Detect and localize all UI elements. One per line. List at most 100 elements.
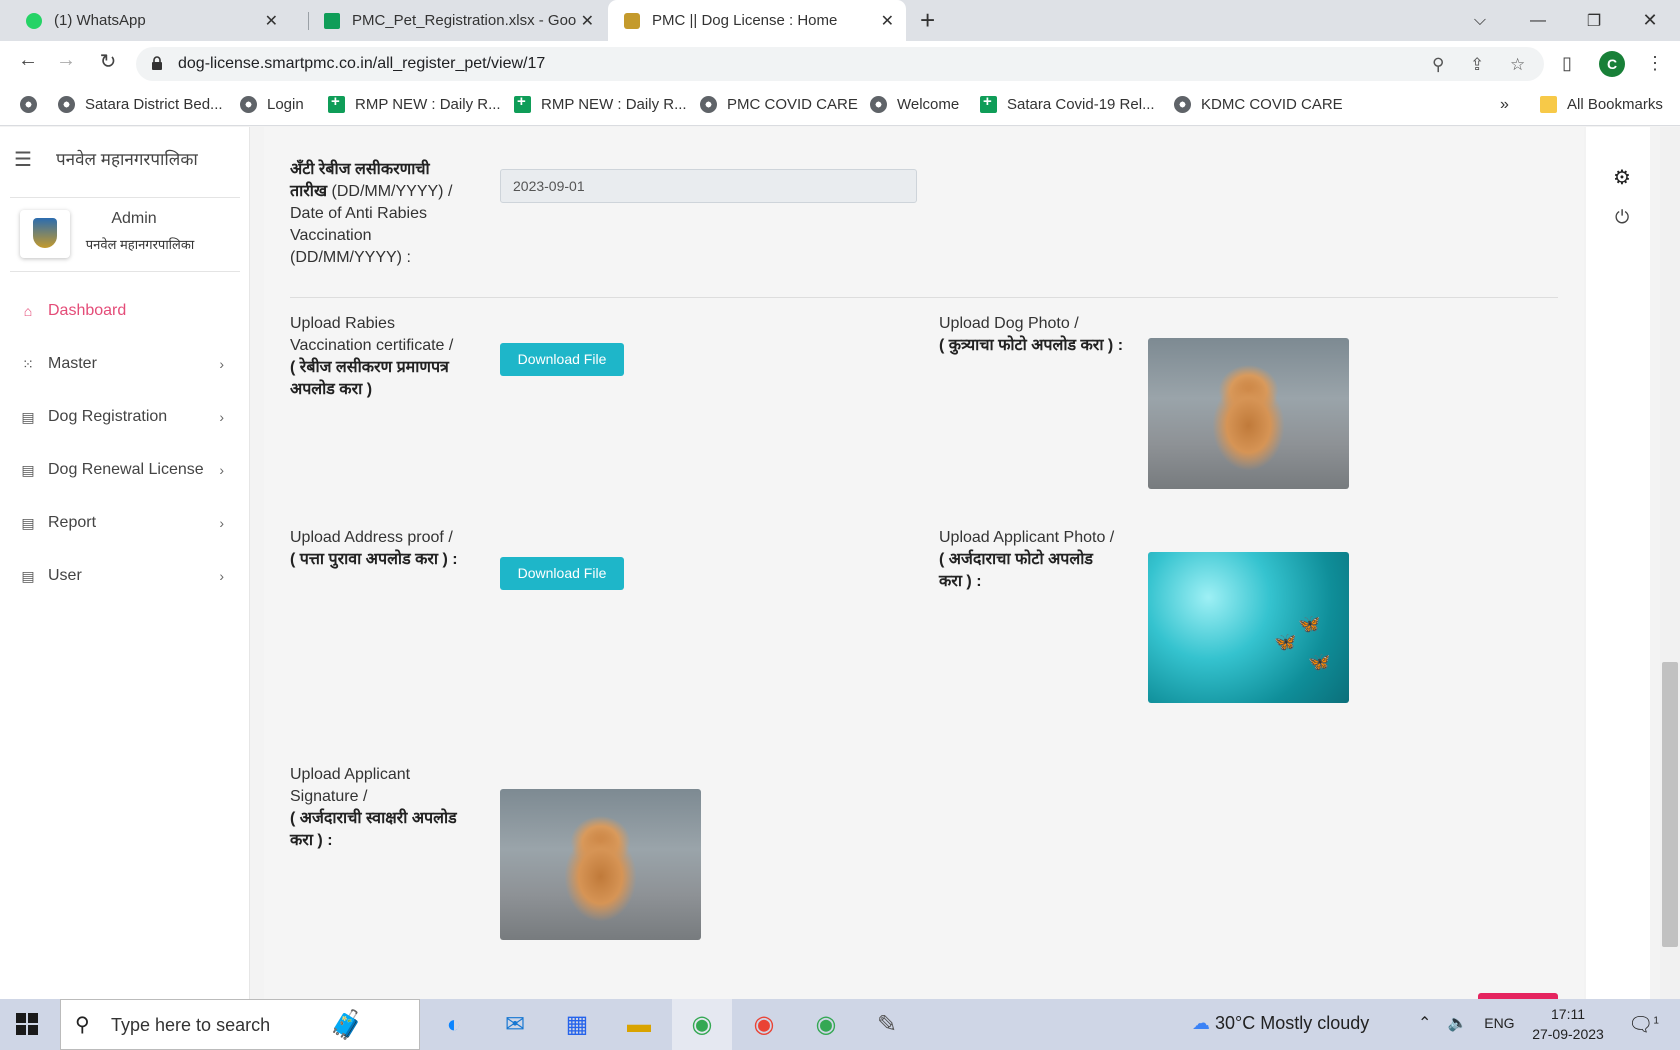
- new-tab-button[interactable]: +: [920, 0, 950, 41]
- gear-icon[interactable]: ⚙: [1613, 165, 1631, 190]
- power-icon[interactable]: ⏻: [1615, 207, 1629, 228]
- taskbar-search[interactable]: ⚲ Type here to search 🧳: [60, 999, 420, 1050]
- reload-icon[interactable]: ↻: [94, 49, 122, 74]
- sidebar-item-label: Master: [48, 355, 97, 372]
- tab-title: (1) WhatsApp: [54, 12, 146, 29]
- scrollbar-thumb[interactable]: [1662, 662, 1678, 947]
- dog-photo-label: Upload Dog Photo / ( कुत्र्याचा फोटो अपल…: [939, 313, 1129, 357]
- volume-icon: 🔈: [1447, 1015, 1468, 1032]
- bookmark-item[interactable]: KDMC COVID CARE: [1174, 96, 1343, 113]
- notification-icon[interactable]: 🗨1: [1628, 1012, 1659, 1037]
- bookmark-label: RMP NEW : Daily R...: [541, 96, 687, 113]
- system-tray[interactable]: ⌃ 🔈 ENG: [1418, 1013, 1515, 1033]
- url-text[interactable]: dog-license.smartpmc.co.in/all_register_…: [178, 55, 545, 73]
- bookmark-item[interactable]: [20, 96, 47, 113]
- minimize-icon[interactable]: —: [1510, 0, 1566, 41]
- globe-icon: [700, 96, 717, 113]
- book-icon: ▤: [21, 514, 35, 531]
- close-tab-icon[interactable]: ✕: [265, 11, 278, 31]
- globe-icon: [1174, 96, 1191, 113]
- edge-icon[interactable]: ◐: [437, 1008, 471, 1042]
- all-bookmarks-button[interactable]: All Bookmarks: [1540, 96, 1663, 113]
- sidebar: ☰ पनवेल महानगरपालिका Admin पनवेल महानगरप…: [0, 127, 250, 999]
- pmc-logo-icon: [624, 12, 640, 29]
- bookmark-item[interactable]: RMP NEW : Daily R...: [514, 93, 687, 113]
- notification-count: 1: [1653, 1015, 1659, 1027]
- sidebar-item-dashboard[interactable]: ⌂ Dashboard: [20, 302, 230, 320]
- forward-icon[interactable]: →: [52, 49, 80, 72]
- lock-icon: [152, 56, 162, 70]
- sidebar-item-dog-registration[interactable]: ▤ Dog Registration ›: [20, 408, 230, 426]
- sidebar-item-user[interactable]: ▤ User ›: [20, 567, 230, 585]
- browser-tab-strip: (1) WhatsApp ✕ PMC_Pet_Registration.xlsx…: [0, 0, 1680, 41]
- rabies-cert-label-en: Upload Rabies Vaccination certificate /: [290, 315, 454, 354]
- bookmark-label: Welcome: [897, 96, 960, 113]
- folder-icon: [1540, 96, 1557, 113]
- bookmark-item[interactable]: RMP NEW : Daily R...: [328, 93, 501, 113]
- side-panel-icon[interactable]: ▯: [1562, 53, 1572, 74]
- book-icon: ▤: [21, 461, 35, 478]
- paint-icon[interactable]: ✎: [870, 1008, 904, 1042]
- bookmark-label: PMC COVID CARE: [727, 96, 858, 113]
- tab-search-icon[interactable]: ⌵: [1452, 0, 1508, 41]
- rabies-date-field[interactable]: 2023-09-01: [500, 169, 917, 203]
- bookmarks-overflow-button[interactable]: »: [1500, 96, 1509, 114]
- bookmark-item[interactable]: PMC COVID CARE: [700, 96, 858, 113]
- restore-icon[interactable]: ❐: [1566, 0, 1622, 41]
- hamburger-menu-icon[interactable]: ☰: [14, 147, 32, 172]
- chevron-right-icon: ›: [219, 462, 224, 478]
- zoom-icon[interactable]: ⚲: [1432, 55, 1444, 75]
- web-page: ☰ पनवेल महानगरपालिका Admin पनवेल महानगरप…: [0, 127, 1680, 999]
- close-tab-icon[interactable]: ✕: [881, 11, 894, 31]
- bookmark-label: Satara District Bed...: [85, 96, 223, 113]
- rabies-cert-label-mr: ( रेबीज लसीकरण प्रमाणपत्र अपलोड करा ): [290, 359, 449, 398]
- menu-kebab-icon[interactable]: ⋮: [1646, 53, 1664, 74]
- chrome-icon[interactable]: ◉: [685, 1008, 719, 1042]
- dog-photo-label-en: Upload Dog Photo /: [939, 315, 1079, 332]
- bookmark-item[interactable]: Satara Covid-19 Rel...: [980, 93, 1155, 113]
- close-tab-icon[interactable]: ✕: [581, 11, 594, 31]
- file-explorer-icon[interactable]: ▬: [622, 1008, 656, 1042]
- bookmark-item[interactable]: Satara District Bed...: [58, 96, 223, 113]
- address-bar[interactable]: dog-license.smartpmc.co.in/all_register_…: [136, 47, 1544, 81]
- bookmark-item[interactable]: Login: [240, 96, 304, 113]
- user-org: पनवेल महानगरपालिका: [85, 237, 195, 252]
- chrome-icon[interactable]: ◉: [747, 1008, 781, 1042]
- right-toolbar: [1586, 127, 1650, 999]
- mail-icon[interactable]: ✉: [498, 1008, 532, 1042]
- sidebar-divider: [10, 197, 240, 198]
- sidebar-item-dog-renewal[interactable]: ▤ Dog Renewal License ›: [20, 461, 230, 479]
- applicant-photo-image: 🦋 🦋 🦋: [1148, 552, 1349, 703]
- close-window-icon[interactable]: ✕: [1622, 0, 1678, 41]
- weather-text: 30°C Mostly cloudy: [1215, 1013, 1370, 1033]
- address-proof-label-en: Upload Address proof /: [290, 529, 453, 546]
- download-rabies-cert-button[interactable]: Download File: [500, 343, 624, 376]
- tab-dog-license[interactable]: PMC || Dog License : Home ✕: [608, 0, 906, 41]
- dog-photo-image: [1148, 338, 1349, 489]
- travel-bags-icon: 🧳: [329, 1009, 364, 1040]
- chrome-icon[interactable]: ◉: [809, 1008, 843, 1042]
- tab-whatsapp[interactable]: (1) WhatsApp ✕: [0, 0, 290, 41]
- sidebar-item-label: Report: [48, 514, 97, 531]
- address-proof-label: Upload Address proof / ( पत्ता पुरावा अप…: [290, 527, 490, 571]
- tab-sheets[interactable]: PMC_Pet_Registration.xlsx - Goo ✕: [308, 0, 606, 41]
- cloud-icon: ☁: [1192, 1013, 1210, 1033]
- bookmark-label: RMP NEW : Daily R...: [355, 96, 501, 113]
- sidebar-item-label: Dog Renewal License: [48, 461, 204, 478]
- share-icon[interactable]: ⇪: [1470, 55, 1484, 75]
- download-address-proof-button[interactable]: Download File: [500, 557, 624, 590]
- back-icon[interactable]: ←: [14, 49, 42, 72]
- clock[interactable]: 17:11 27-09-2023: [1525, 1004, 1611, 1044]
- weather-widget[interactable]: ☁ 30°C Mostly cloudy: [1192, 1013, 1369, 1034]
- bookmark-star-icon[interactable]: ☆: [1510, 55, 1525, 75]
- signature-label-mr: ( अर्जदाराची स्वाक्षरी अपलोड करा ) :: [290, 810, 457, 849]
- sidebar-item-report[interactable]: ▤ Report ›: [20, 514, 230, 532]
- bookmark-item[interactable]: Welcome: [870, 96, 959, 113]
- sheets-icon: [980, 93, 997, 113]
- language-indicator: ENG: [1484, 1015, 1515, 1031]
- profile-avatar[interactable]: C: [1599, 51, 1625, 77]
- sidebar-item-master[interactable]: ⁙ Master ›: [20, 355, 230, 373]
- globe-icon: [58, 96, 75, 113]
- store-icon[interactable]: ▦: [560, 1008, 594, 1042]
- windows-start-icon[interactable]: [16, 1013, 38, 1035]
